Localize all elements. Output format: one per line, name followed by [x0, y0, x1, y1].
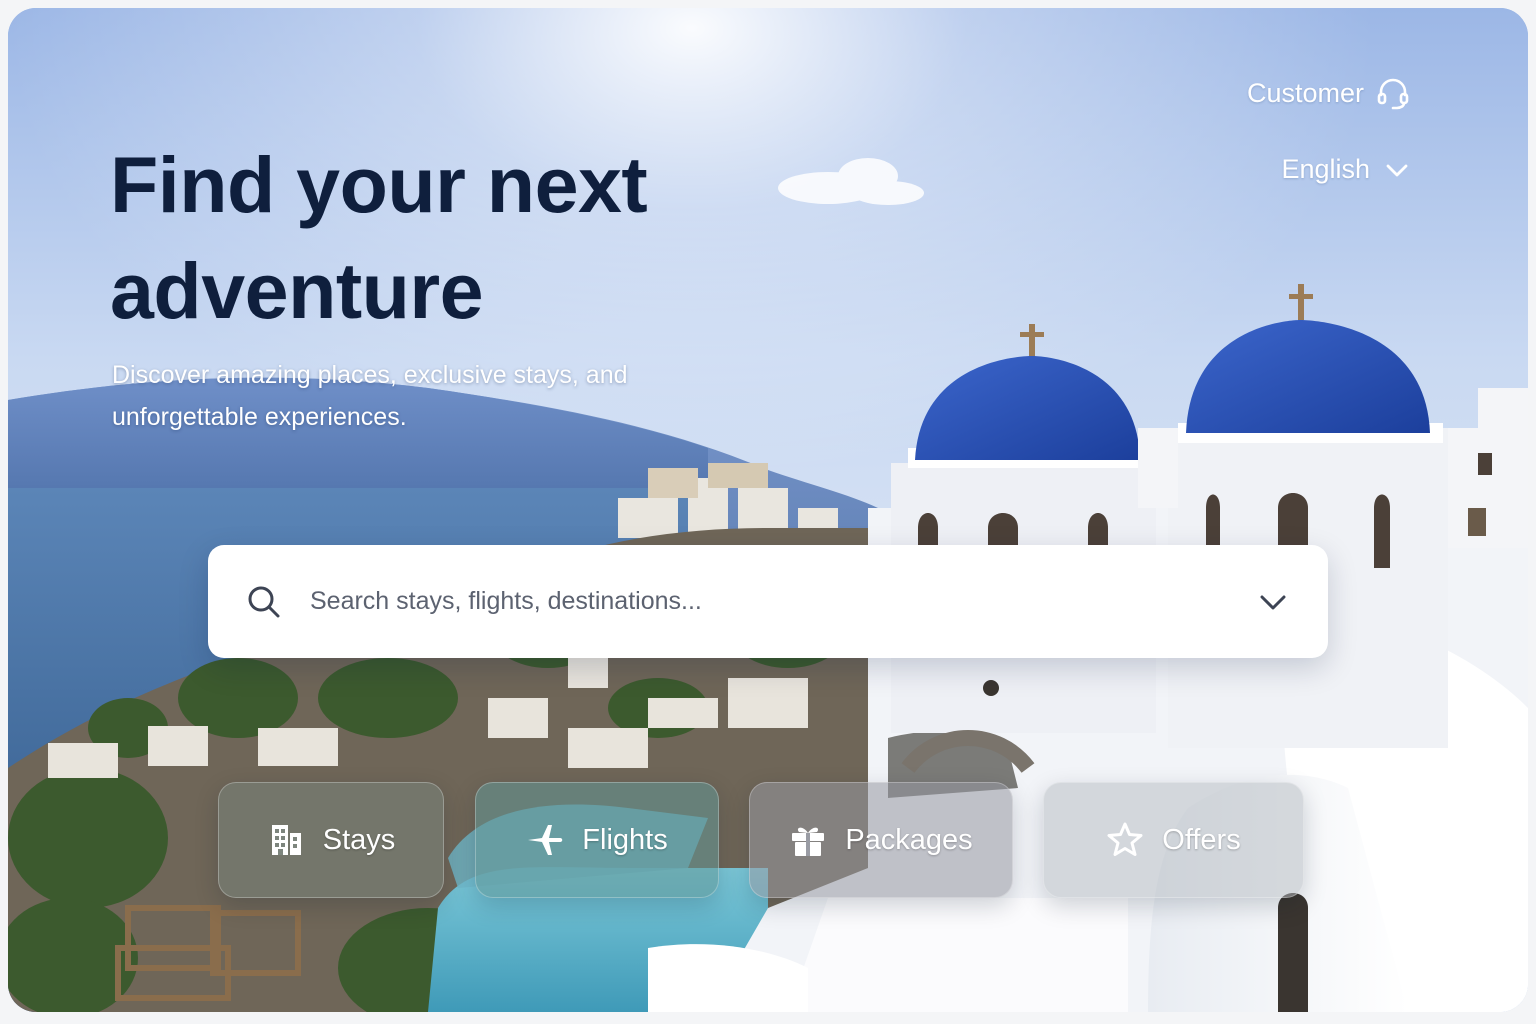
hero-subtitle: Discover amazing places, exclusive stays…	[112, 361, 628, 431]
flights-button[interactable]: Flights	[475, 782, 719, 898]
language-select[interactable]: English	[1281, 154, 1410, 185]
search-bar[interactable]	[208, 545, 1328, 658]
customer-support-link[interactable]: Customer	[1247, 76, 1410, 110]
packages-label: Packages	[845, 823, 973, 856]
customer-label: Customer	[1246, 77, 1364, 108]
packages-button[interactable]: Packages	[749, 782, 1013, 898]
offers-button[interactable]: Offers	[1043, 782, 1304, 898]
stays-label: Stays	[322, 823, 396, 856]
building-icon	[271, 825, 301, 855]
flights-label: Flights	[582, 823, 668, 856]
gift-icon	[792, 827, 825, 856]
search-icon	[248, 586, 280, 617]
search-dropdown-chevron-icon[interactable]	[1258, 587, 1288, 617]
hero-screen: Customer English Find your next adventur…	[8, 8, 1528, 1012]
stays-button[interactable]: Stays	[218, 782, 444, 898]
headset-icon	[1377, 78, 1409, 110]
language-label: English	[1281, 154, 1370, 184]
hero-title: Find your next adventure	[110, 140, 648, 335]
star-icon	[1107, 822, 1143, 856]
search-input[interactable]	[308, 586, 1258, 617]
chevron-down-icon	[1386, 164, 1408, 176]
airplane-icon	[528, 825, 563, 855]
offers-label: Offers	[1162, 823, 1241, 856]
